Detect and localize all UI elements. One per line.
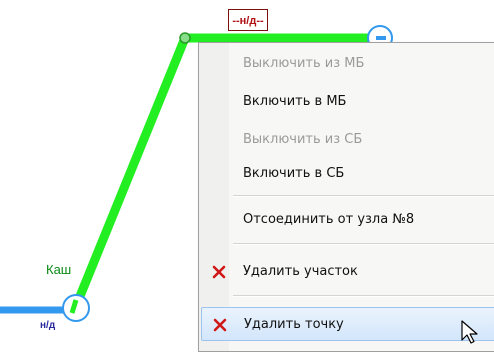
context-menu: Выключить из МБ Включить в МБ Выключить … [198, 42, 494, 352]
menu-item-label: Включить в МБ [243, 94, 347, 109]
nd-label-box: --н/д-- [228, 9, 268, 31]
menu-item-disable-mb[interactable]: Выключить из МБ [201, 47, 494, 81]
menu-item-label: Включить в СБ [243, 166, 345, 181]
menu-item-delete-point[interactable]: Удалить точку [201, 307, 494, 341]
menu-item-enable-sb[interactable]: Включить в СБ [201, 157, 494, 191]
menu-item-label: Выключить из СБ [243, 132, 363, 147]
nd-small-label: н/д [40, 320, 56, 331]
mouse-cursor-icon [461, 320, 478, 344]
menu-item-label: Удалить точку [244, 317, 344, 332]
node-marker [376, 36, 386, 40]
delete-x-icon [213, 318, 227, 332]
menu-separator [233, 295, 494, 297]
menu-item-label: Удалить участок [243, 264, 358, 279]
node-name-label: Каш [46, 262, 72, 277]
menu-item-enable-mb[interactable]: Включить в МБ [201, 85, 494, 119]
menu-item-label: Выключить из МБ [243, 56, 365, 71]
menu-separator [233, 243, 494, 245]
menu-item-delete-segment[interactable]: Удалить участок [201, 255, 494, 289]
menu-item-detach-node[interactable]: Отсоединить от узла №8 [201, 203, 494, 237]
menu-item-label: Отсоединить от узла №8 [243, 212, 415, 227]
menu-item-disable-sb[interactable]: Выключить из СБ [201, 123, 494, 157]
joint-point[interactable] [179, 32, 191, 44]
menu-separator [233, 195, 494, 197]
delete-x-icon [212, 265, 226, 279]
scheme-canvas[interactable]: --н/д-- Каш н/д Выключить из МБ Включить… [0, 0, 494, 352]
